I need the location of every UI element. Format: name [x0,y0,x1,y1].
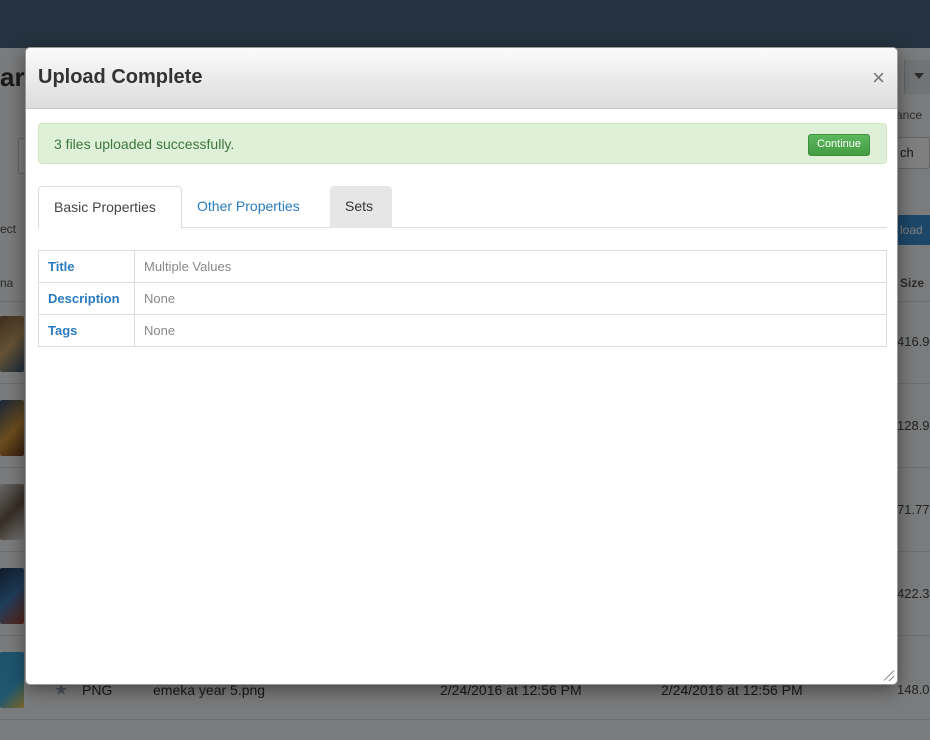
property-row-tags: Tags None [38,314,887,347]
tab-basic-properties[interactable]: Basic Properties [38,186,182,229]
close-icon[interactable]: × [872,67,885,89]
properties-tabs: Basic Properties Other Properties Sets [38,186,887,229]
property-value-tags[interactable]: None [134,314,887,347]
success-alert: 3 files uploaded successfully. Continue [38,123,887,164]
property-key-title[interactable]: Title [38,250,135,283]
property-key-description[interactable]: Description [38,282,135,315]
continue-button[interactable]: Continue [807,134,870,156]
tab-other-properties[interactable]: Other Properties [182,186,330,228]
dialog-title: Upload Complete [38,66,203,88]
property-row-description: Description None [38,282,887,315]
success-message: 3 files uploaded successfully. [54,136,235,152]
tab-sets[interactable]: Sets [330,186,392,228]
property-row-title: Title Multiple Values [38,250,887,283]
property-value-title[interactable]: Multiple Values [134,250,887,283]
property-value-description[interactable]: None [134,282,887,315]
dialog-header: Upload Complete × [26,48,897,109]
upload-complete-dialog: Upload Complete × 3 files uploaded succe… [25,47,898,685]
resize-handle-icon[interactable] [882,669,894,681]
property-key-tags[interactable]: Tags [38,314,135,347]
properties-table: Title Multiple Values Description None T… [38,250,887,347]
